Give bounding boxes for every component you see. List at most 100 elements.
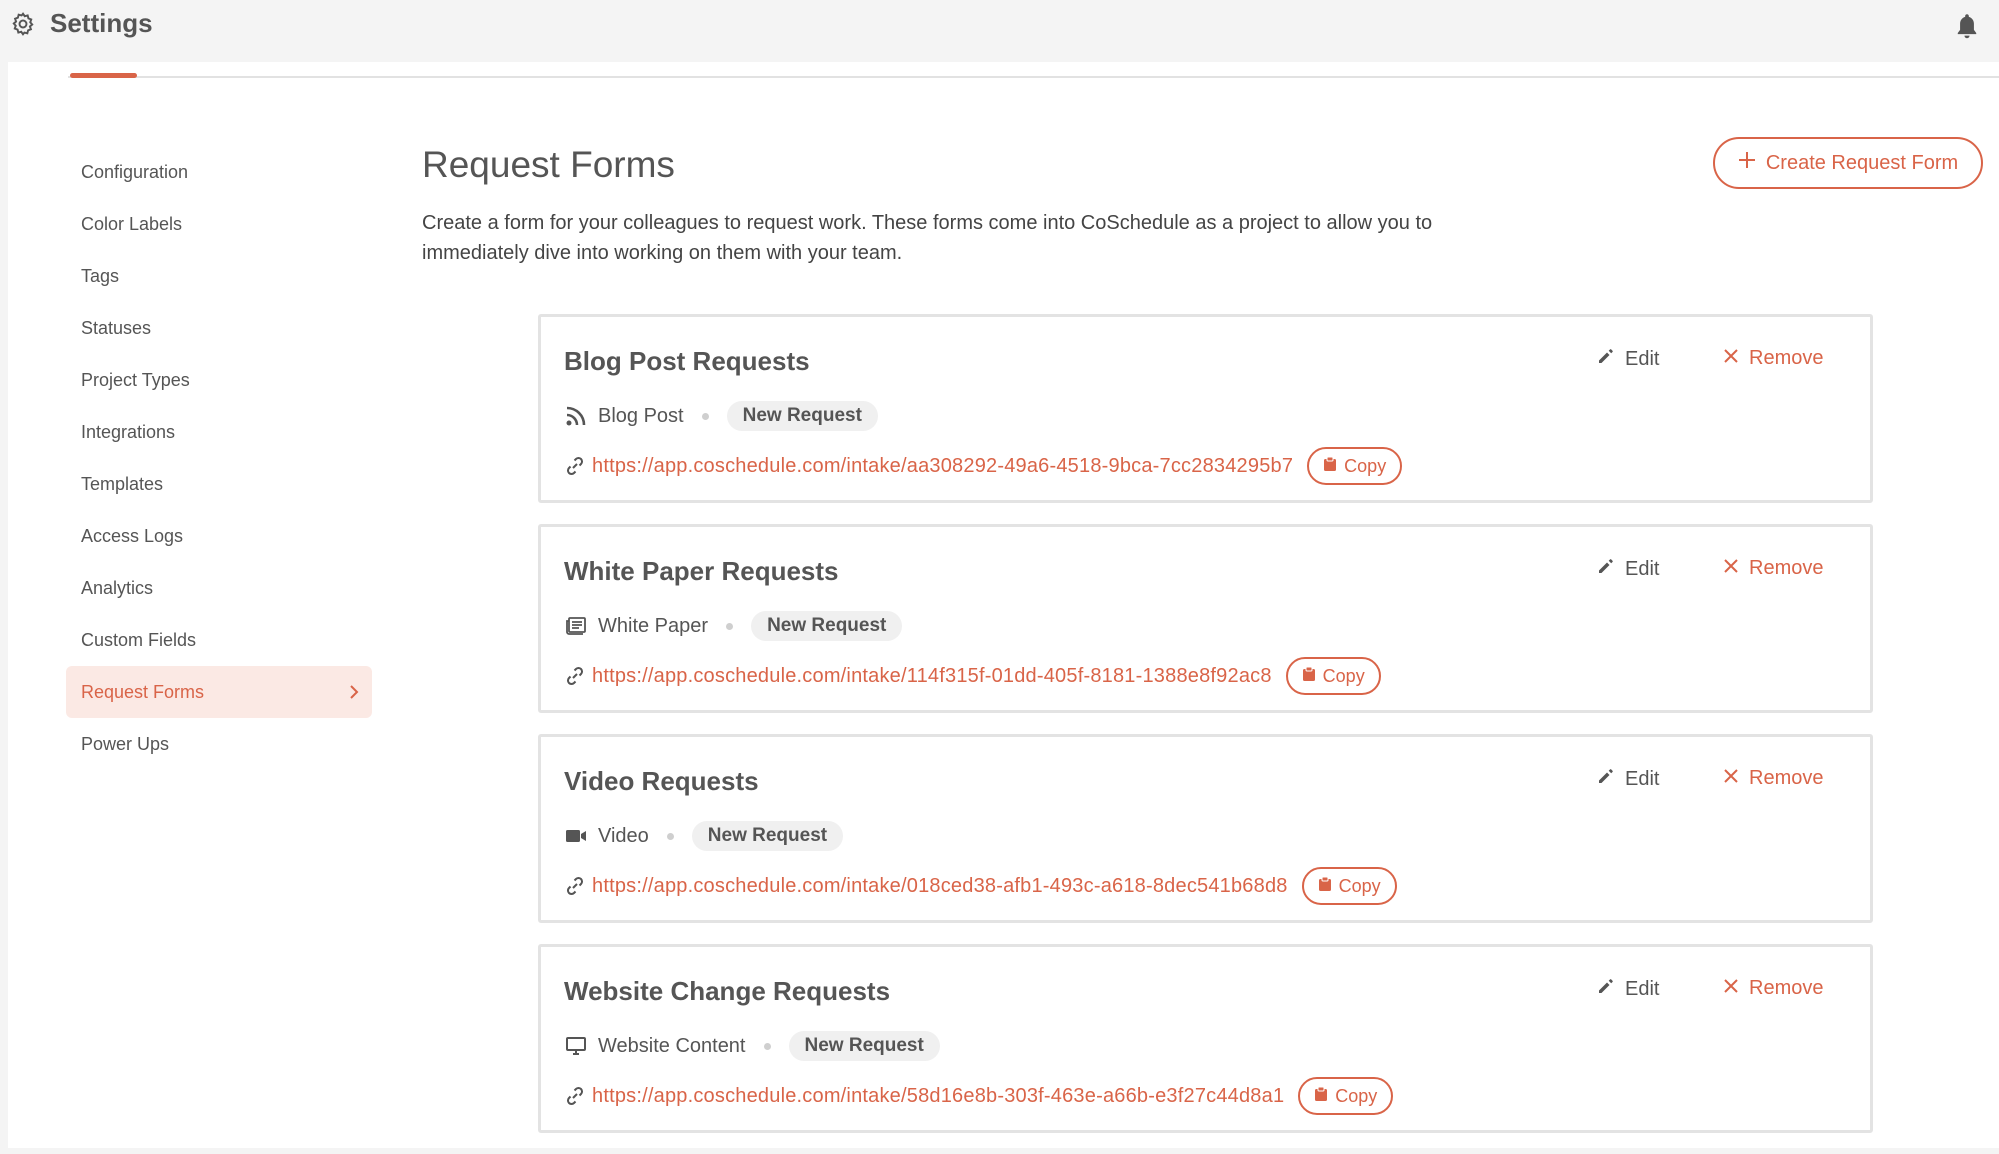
close-icon <box>1723 557 1739 580</box>
sidebar-item-label: Power Ups <box>81 734 170 754</box>
video-camera-icon <box>564 824 588 848</box>
app-title: Settings <box>8 8 153 39</box>
sidebar-item-integrations[interactable]: Integrations <box>66 406 372 458</box>
request-form-title: White Paper Requests <box>564 556 839 586</box>
separator-dot <box>701 412 709 420</box>
settings-panel: Configuration Color Labels Tags Statuses… <box>8 62 1999 1148</box>
request-form-card: Video Requests Edit Remove Video New Req… <box>538 734 1873 923</box>
plus-icon <box>1738 151 1756 175</box>
sidebar-item-label: Tags <box>81 266 120 286</box>
rss-icon <box>564 404 588 428</box>
content-type-label: Video <box>598 824 649 847</box>
remove-button[interactable]: Remove <box>1723 557 1823 580</box>
sidebar-item-label: Templates <box>81 474 164 494</box>
sidebar-item-statuses[interactable]: Statuses <box>66 302 372 354</box>
top-bar: Settings <box>0 0 1999 62</box>
sidebar-item-label: Configuration <box>81 162 189 182</box>
request-form-url[interactable]: https://app.coschedule.com/intake/018ced… <box>592 875 1288 898</box>
status-badge: New Request <box>751 611 903 641</box>
settings-sidebar: Configuration Color Labels Tags Statuses… <box>66 146 372 770</box>
pencil-icon <box>1597 557 1615 581</box>
link-icon <box>564 875 586 897</box>
close-icon <box>1723 767 1739 790</box>
sidebar-item-custom-fields[interactable]: Custom Fields <box>66 614 372 666</box>
request-form-card: Blog Post Requests Edit Remove Blog Post… <box>538 314 1873 503</box>
copy-button[interactable]: Copy <box>1307 447 1403 485</box>
link-icon <box>564 665 586 687</box>
edit-label: Edit <box>1625 977 1660 1000</box>
request-form-meta: Blog Post New Request <box>564 401 878 431</box>
sidebar-item-analytics[interactable]: Analytics <box>66 562 372 614</box>
create-request-form-button[interactable]: Create Request Form <box>1713 137 1983 189</box>
pencil-icon <box>1597 977 1615 1001</box>
sidebar-item-label: Statuses <box>81 318 152 338</box>
request-form-list: Blog Post Requests Edit Remove Blog Post… <box>538 314 1873 1154</box>
remove-button[interactable]: Remove <box>1723 767 1823 790</box>
remove-label: Remove <box>1749 347 1824 369</box>
request-form-url[interactable]: https://app.coschedule.com/intake/aa3082… <box>592 455 1293 478</box>
sidebar-item-label: Analytics <box>81 578 154 598</box>
request-form-card: White Paper Requests Edit Remove White P… <box>538 524 1873 713</box>
request-form-url[interactable]: https://app.coschedule.com/intake/58d16e… <box>592 1085 1284 1108</box>
copy-label: Copy <box>1335 1085 1378 1106</box>
content-type-label: White Paper <box>598 614 709 637</box>
chevron-right-icon <box>348 666 360 718</box>
sidebar-item-label: Color Labels <box>81 214 183 234</box>
edit-button[interactable]: Edit <box>1597 767 1659 791</box>
clipboard-icon <box>1302 666 1316 687</box>
remove-button[interactable]: Remove <box>1723 977 1823 1000</box>
sidebar-item-templates[interactable]: Templates <box>66 458 372 510</box>
link-icon <box>564 455 586 477</box>
copy-label: Copy <box>1322 665 1365 686</box>
request-form-link-row: https://app.coschedule.com/intake/58d16e… <box>564 1077 1394 1115</box>
content-type-label: Blog Post <box>598 404 684 427</box>
active-tab-indicator <box>70 73 137 78</box>
content-type-label: Website Content <box>598 1034 746 1057</box>
request-form-url[interactable]: https://app.coschedule.com/intake/114f31… <box>592 665 1272 688</box>
status-badge: New Request <box>691 821 844 851</box>
request-form-card: Website Change Requests Edit Remove Webs… <box>538 944 1873 1133</box>
bell-icon[interactable] <box>1953 12 1981 44</box>
copy-button[interactable]: Copy <box>1285 657 1381 695</box>
separator-dot <box>666 832 674 840</box>
sidebar-item-request-forms[interactable]: Request Forms <box>66 666 372 718</box>
page-header-title: Settings <box>50 8 153 38</box>
request-form-link-row: https://app.coschedule.com/intake/aa3082… <box>564 447 1403 485</box>
monitor-icon <box>564 1034 588 1058</box>
request-form-meta: Website Content New Request <box>564 1031 940 1061</box>
status-badge: New Request <box>788 1031 940 1061</box>
edit-button[interactable]: Edit <box>1597 347 1659 371</box>
gear-icon[interactable] <box>8 9 38 39</box>
document-icon <box>564 614 588 638</box>
link-icon <box>564 1085 586 1107</box>
request-form-meta: Video New Request <box>564 821 844 851</box>
remove-button[interactable]: Remove <box>1723 347 1823 370</box>
edit-label: Edit <box>1625 767 1660 790</box>
sidebar-item-label: Project Types <box>81 370 190 390</box>
edit-button[interactable]: Edit <box>1597 977 1659 1001</box>
request-form-title: Blog Post Requests <box>564 346 810 376</box>
tab-divider <box>68 76 1999 78</box>
sidebar-item-power-ups[interactable]: Power Ups <box>66 718 372 770</box>
request-form-link-row: https://app.coschedule.com/intake/018ced… <box>564 867 1397 905</box>
sidebar-item-label: Access Logs <box>81 526 184 546</box>
request-form-title: Website Change Requests <box>564 976 891 1006</box>
sidebar-item-label: Request Forms <box>81 682 205 702</box>
request-form-link-row: https://app.coschedule.com/intake/114f31… <box>564 657 1381 695</box>
remove-label: Remove <box>1749 977 1824 999</box>
remove-label: Remove <box>1749 557 1824 579</box>
sidebar-item-label: Custom Fields <box>81 630 197 650</box>
sidebar-item-access-logs[interactable]: Access Logs <box>66 510 372 562</box>
sidebar-item-project-types[interactable]: Project Types <box>66 354 372 406</box>
edit-button[interactable]: Edit <box>1597 557 1659 581</box>
close-icon <box>1723 347 1739 370</box>
sidebar-item-tags[interactable]: Tags <box>66 250 372 302</box>
edit-label: Edit <box>1625 347 1660 370</box>
copy-button[interactable]: Copy <box>1298 1077 1394 1115</box>
sidebar-item-label: Integrations <box>81 422 176 442</box>
sidebar-item-color-labels[interactable]: Color Labels <box>66 198 372 250</box>
sidebar-item-configuration[interactable]: Configuration <box>66 146 372 198</box>
copy-button[interactable]: Copy <box>1301 867 1397 905</box>
clipboard-icon <box>1323 456 1337 477</box>
separator-dot <box>726 622 734 630</box>
